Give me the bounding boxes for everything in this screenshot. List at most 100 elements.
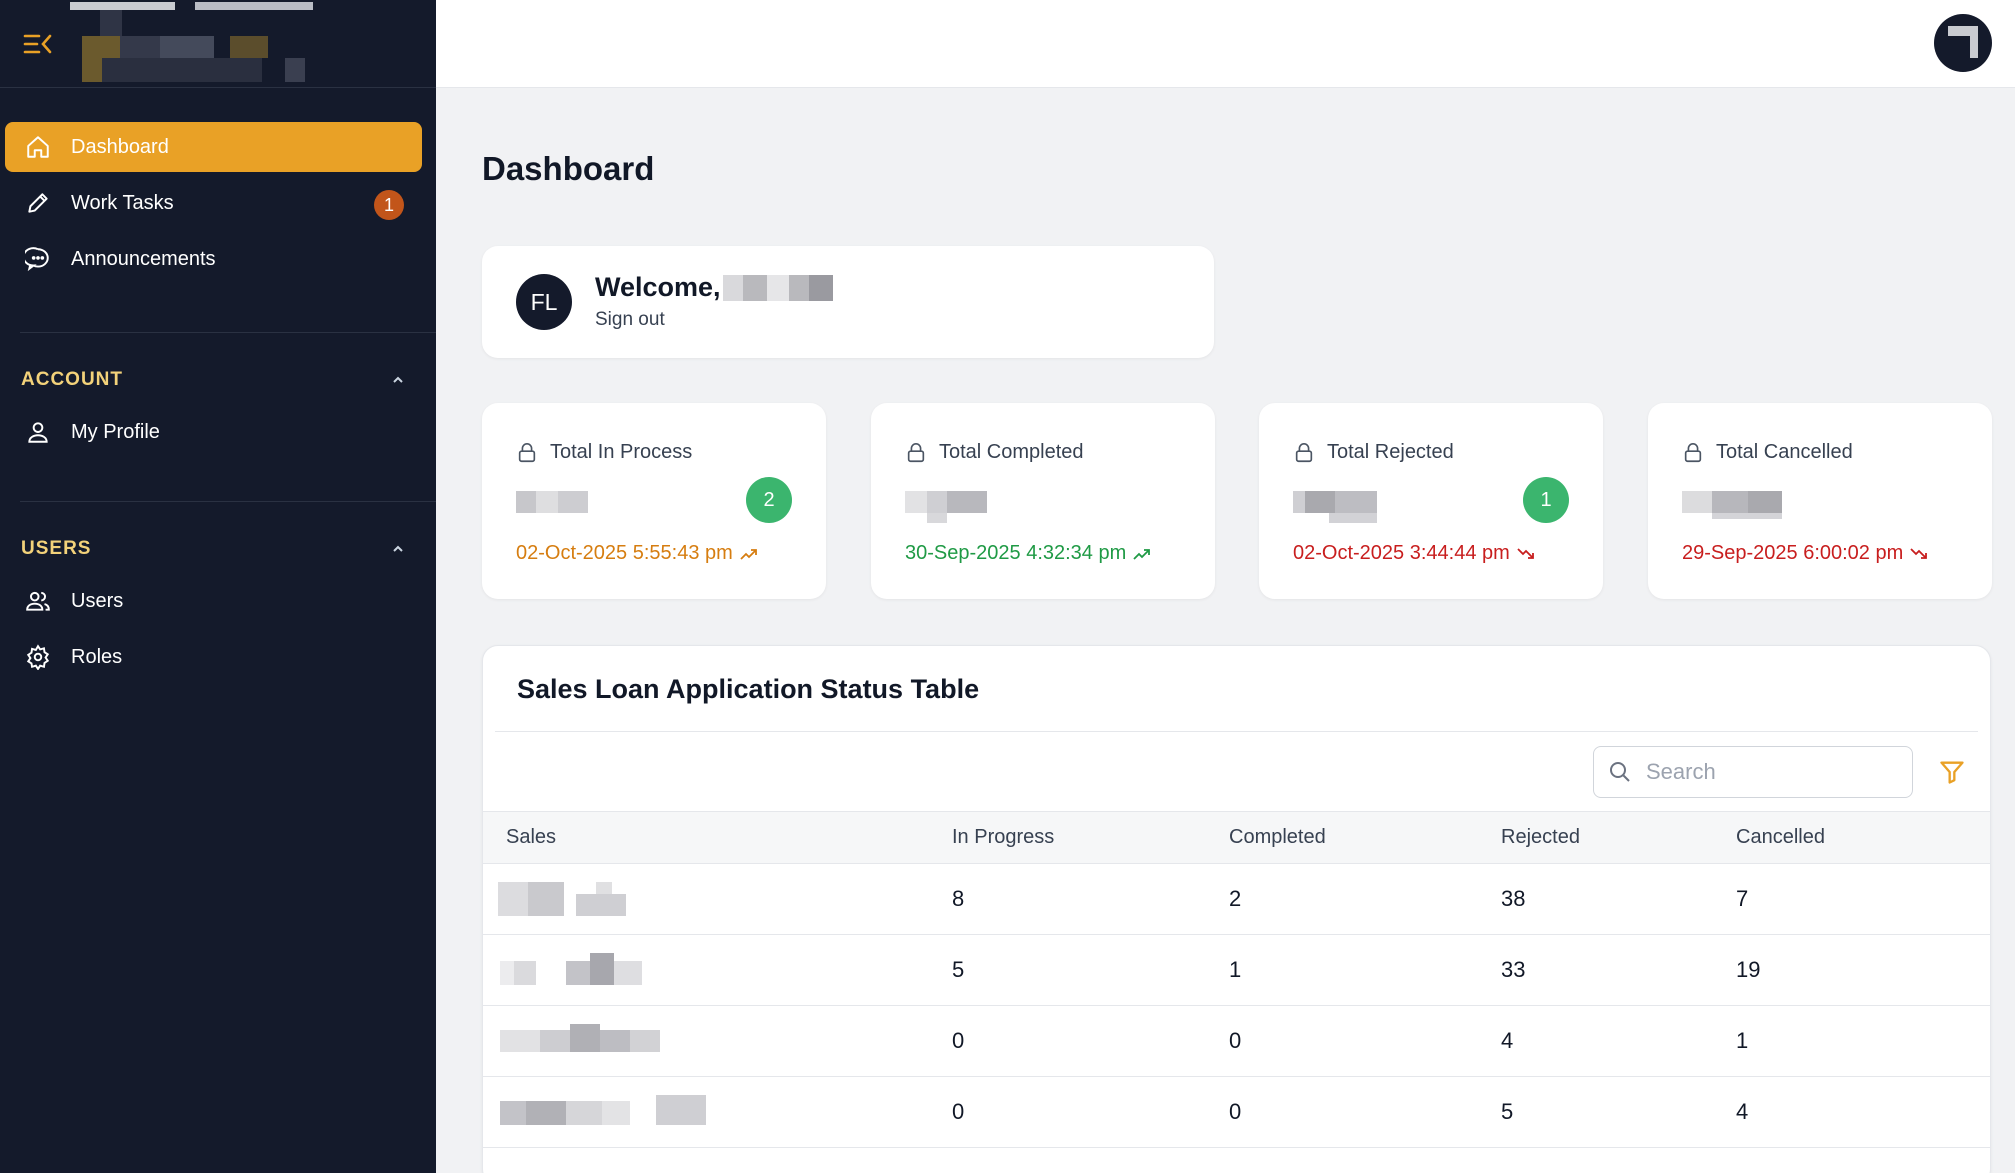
- cell-completed: 0: [1229, 1005, 1501, 1077]
- sales-name-redacted: [500, 1024, 726, 1058]
- table-row[interactable]: 0 0 5 4: [483, 1076, 1990, 1148]
- cell-completed: 0: [1229, 1076, 1501, 1148]
- table-row[interactable]: 0 0 4 1: [483, 1005, 1990, 1077]
- stat-date: 02-Oct-2025 5:55:43 pm: [516, 542, 759, 565]
- search-input[interactable]: [1646, 759, 1886, 785]
- company-logo: [70, 0, 380, 84]
- gear-icon: [23, 642, 53, 672]
- filter-icon[interactable]: [1938, 758, 1966, 786]
- main-nav: Dashboard Work Tasks 1 Announcements: [0, 88, 436, 284]
- page-title: Dashboard: [482, 150, 655, 187]
- home-icon: [23, 132, 53, 162]
- column-header-in-progress[interactable]: In Progress: [952, 811, 1229, 864]
- lock-icon: [518, 442, 536, 462]
- section-account-header[interactable]: ACCOUNT: [0, 355, 436, 405]
- cell-in-progress: 5: [952, 934, 1229, 1006]
- column-header-sales[interactable]: Sales: [483, 811, 952, 864]
- chat-bubble-icon: [23, 244, 53, 274]
- chevron-up-icon: [393, 376, 403, 383]
- trend-down-icon: [1517, 547, 1534, 559]
- nav-item-announcements[interactable]: Announcements: [5, 234, 422, 284]
- stat-label: Total In Process: [550, 441, 693, 463]
- cell-cancelled: 19: [1736, 934, 1990, 1006]
- stat-card-in-process: Total In Process 2 02-Oct-2025 5:55:43 p…: [482, 403, 826, 599]
- lock-icon: [1684, 442, 1702, 462]
- menu-collapse-icon[interactable]: [22, 30, 54, 58]
- search-box[interactable]: [1593, 746, 1913, 798]
- sidebar-header: [0, 0, 436, 88]
- nav-item-dashboard[interactable]: Dashboard: [5, 122, 422, 172]
- lock-icon: [907, 442, 925, 462]
- cell-in-progress: 0: [952, 1076, 1229, 1148]
- welcome-card: FL Welcome, Sign out: [482, 246, 1214, 358]
- welcome-heading: Welcome,: [595, 272, 833, 303]
- user-avatar-button[interactable]: [1934, 14, 1992, 72]
- avatar: FL: [516, 274, 572, 330]
- sidebar-divider: [20, 332, 436, 333]
- table-row[interactable]: 8 2 38 7: [483, 863, 1990, 935]
- stat-label: Total Rejected: [1327, 441, 1454, 463]
- sales-name-redacted: [500, 1095, 726, 1129]
- column-header-completed[interactable]: Completed: [1229, 811, 1501, 864]
- cell-rejected: 33: [1501, 934, 1736, 1006]
- sidebar: Dashboard Work Tasks 1 Announcements ACC…: [0, 0, 436, 1173]
- nav-item-users[interactable]: Users: [5, 576, 422, 626]
- chevron-up-icon: [393, 545, 403, 552]
- stat-count-badge: 2: [746, 477, 792, 523]
- section-users-header[interactable]: USERS: [0, 524, 436, 574]
- nav-item-label: Work Tasks: [71, 191, 174, 214]
- cell-in-progress: 0: [952, 1005, 1229, 1077]
- table-row[interactable]: 5 1 33 19: [483, 934, 1990, 1006]
- welcome-greeting: Welcome,: [595, 272, 721, 302]
- lock-icon: [1295, 442, 1313, 462]
- column-header-cancelled[interactable]: Cancelled: [1736, 811, 1990, 864]
- stat-card-cancelled: Total Cancelled 29-Sep-2025 6:00:02 pm: [1648, 403, 1992, 599]
- cell-rejected: 4: [1501, 1005, 1736, 1077]
- trend-up-icon: [1133, 548, 1151, 560]
- cell-rejected: 5: [1501, 1076, 1736, 1148]
- pencil-icon: [23, 188, 53, 218]
- sales-name-redacted: [498, 882, 726, 916]
- nav-item-my-profile[interactable]: My Profile: [5, 407, 422, 457]
- status-table-card: Sales Loan Application Status Table Sale…: [482, 645, 1991, 1173]
- nav-item-work-tasks[interactable]: Work Tasks 1: [5, 178, 422, 228]
- nav-item-label: Announcements: [71, 247, 216, 270]
- cell-rejected: 38: [1501, 863, 1736, 935]
- stat-count-badge: 1: [1523, 477, 1569, 523]
- table-header-row: Sales In Progress Completed Rejected Can…: [483, 811, 1990, 864]
- search-icon: [1610, 762, 1630, 782]
- cell-in-progress: 8: [952, 863, 1229, 935]
- column-header-rejected[interactable]: Rejected: [1501, 811, 1736, 864]
- nav-item-label: My Profile: [71, 420, 160, 443]
- section-title: ACCOUNT: [21, 369, 123, 390]
- user-icon: [23, 417, 53, 447]
- stat-label: Total Cancelled: [1716, 441, 1853, 463]
- cell-cancelled: 7: [1736, 863, 1990, 935]
- sign-out-link[interactable]: Sign out: [595, 309, 833, 331]
- stat-card-rejected: Total Rejected 1 02-Oct-2025 3:44:44 pm: [1259, 403, 1603, 599]
- stat-card-completed: Total Completed 30-Sep-2025 4:32:34 pm: [871, 403, 1215, 599]
- stat-value-redacted: [516, 487, 596, 517]
- stat-value-redacted: [905, 487, 987, 523]
- table-title: Sales Loan Application Status Table: [517, 674, 980, 704]
- divider: [495, 731, 1978, 732]
- stat-label: Total Completed: [939, 441, 1084, 463]
- nav-item-label: Users: [71, 589, 124, 612]
- stat-date: 30-Sep-2025 4:32:34 pm: [905, 542, 1152, 565]
- top-bar: [436, 0, 2015, 88]
- nav-item-roles[interactable]: Roles: [5, 632, 422, 682]
- sales-name-redacted: [500, 953, 726, 987]
- work-tasks-badge: 1: [374, 190, 404, 220]
- cell-completed: 1: [1229, 934, 1501, 1006]
- cell-completed: 2: [1229, 863, 1501, 935]
- cell-cancelled: 4: [1736, 1076, 1990, 1148]
- trend-up-icon: [740, 548, 757, 560]
- nav-item-label: Dashboard: [71, 135, 169, 158]
- nav-item-label: Roles: [71, 645, 123, 668]
- user-name-redacted: [722, 274, 833, 301]
- stat-value-redacted: [1293, 487, 1377, 523]
- stat-value-redacted: [1682, 487, 1782, 519]
- stat-date: 02-Oct-2025 3:44:44 pm: [1293, 542, 1536, 565]
- section-title: USERS: [21, 538, 92, 559]
- trend-down-icon: [1910, 547, 1928, 559]
